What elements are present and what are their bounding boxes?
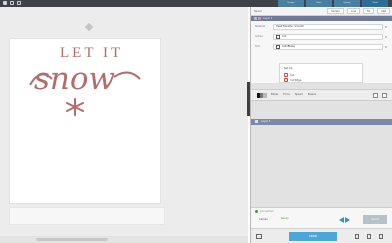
swash-right [113, 71, 141, 80]
snowflake-icon [66, 98, 84, 116]
knife-icon [276, 34, 280, 39]
design-text-snow: snow [34, 61, 115, 97]
file-icon[interactable] [10, 1, 14, 5]
cut-edge-icon [284, 78, 288, 82]
layer-2-swatch [255, 120, 258, 123]
speed-setting[interactable]: Speed [295, 93, 303, 96]
panel-title: Send [254, 9, 262, 13]
caret-down-icon[interactable]: ▾ [383, 35, 389, 39]
cut-settings-card[interactable]: Set Up Cut Cut Edge [279, 63, 363, 83]
scrollbar-thumb[interactable] [36, 238, 108, 241]
blade-depth-icon[interactable] [257, 93, 267, 98]
machine-name[interactable]: Cameo [259, 218, 268, 221]
material-row: Material Heat Transfer, Smooth ▾ [255, 23, 389, 30]
cut-icon [284, 73, 288, 77]
send-status-bar: Connected Cameo Ready Send [251, 207, 392, 228]
checkbox-icon[interactable] [382, 93, 387, 98]
tool-row: Tool AutoBlade ▾ [255, 43, 389, 50]
tab-store[interactable]: Store [306, 0, 332, 7]
cut-option[interactable]: Cut [284, 73, 294, 77]
menu-icon[interactable] [3, 1, 7, 5]
layer-color [258, 17, 261, 20]
tab-library[interactable]: Library [334, 0, 360, 7]
action-row: Action Cut ▾ [255, 33, 389, 40]
card-title: Set Up [284, 67, 293, 70]
passes-setting[interactable]: Passes [308, 93, 316, 96]
blade-setting[interactable]: Blade [271, 93, 278, 96]
horizontal-scrollbar[interactable] [0, 236, 248, 243]
connection-status: Connected [255, 210, 273, 213]
machine-status: Ready [281, 217, 289, 220]
grid-icon[interactable] [17, 1, 21, 5]
force-setting[interactable]: Force [283, 93, 290, 96]
simple-mode-button[interactable]: Simple [327, 8, 344, 14]
send-panel: Send Simple Line Fill Mat Layer 1 Materi… [250, 7, 392, 243]
layer-2-label: Layer 2 [261, 120, 271, 123]
fill-mode-button[interactable]: Fill [362, 8, 375, 14]
layer-swatch [254, 17, 257, 20]
action-label: Action [255, 35, 263, 38]
prev-arrow-icon[interactable] [339, 217, 344, 223]
material-label: Material [255, 25, 266, 28]
panel-header: Send Simple Line Fill Mat [251, 7, 392, 16]
primary-send-button[interactable]: SEND [289, 232, 337, 241]
tool-icon[interactable] [355, 234, 359, 239]
tool-label: Tool [255, 45, 260, 48]
tab-design[interactable]: Design [278, 0, 304, 7]
line-mode-button[interactable]: Line [346, 8, 360, 14]
design-artwork[interactable]: LET IT snow [0, 7, 248, 243]
tab-send[interactable]: Send [362, 0, 388, 7]
checkbox-icon[interactable] [373, 93, 378, 98]
tool-select[interactable]: AutoBlade [273, 43, 383, 50]
status-dot-icon [255, 210, 258, 213]
blade-icon [276, 44, 280, 49]
action-select[interactable]: Cut [273, 33, 383, 40]
layer-properties: Material Heat Transfer, Smooth ▾ Action … [251, 21, 392, 83]
cut-edge-option[interactable]: Cut Edge [284, 78, 301, 82]
layer-2-header[interactable]: Layer 2 [251, 119, 392, 125]
caret-down-icon[interactable]: ▾ [383, 25, 389, 29]
design-workspace[interactable]: LET IT snow [0, 7, 248, 243]
settings-icon[interactable] [256, 234, 262, 239]
panel-icon[interactable] [367, 234, 371, 239]
send-button[interactable]: Send [363, 215, 387, 224]
next-arrow-icon[interactable] [345, 217, 350, 223]
caret-down-icon[interactable]: ▾ [383, 45, 389, 49]
mat-mode-button[interactable]: Mat [377, 8, 390, 14]
design-text-let-it: LET IT [60, 45, 123, 61]
top-bar: Design Store Library Send [0, 0, 392, 7]
panel-footer: SEND [251, 228, 392, 243]
collapse-icon[interactable] [379, 234, 383, 239]
material-select[interactable]: Heat Transfer, Smooth [273, 23, 383, 30]
tool-settings-bar: Blade Force Speed Passes [251, 89, 392, 101]
